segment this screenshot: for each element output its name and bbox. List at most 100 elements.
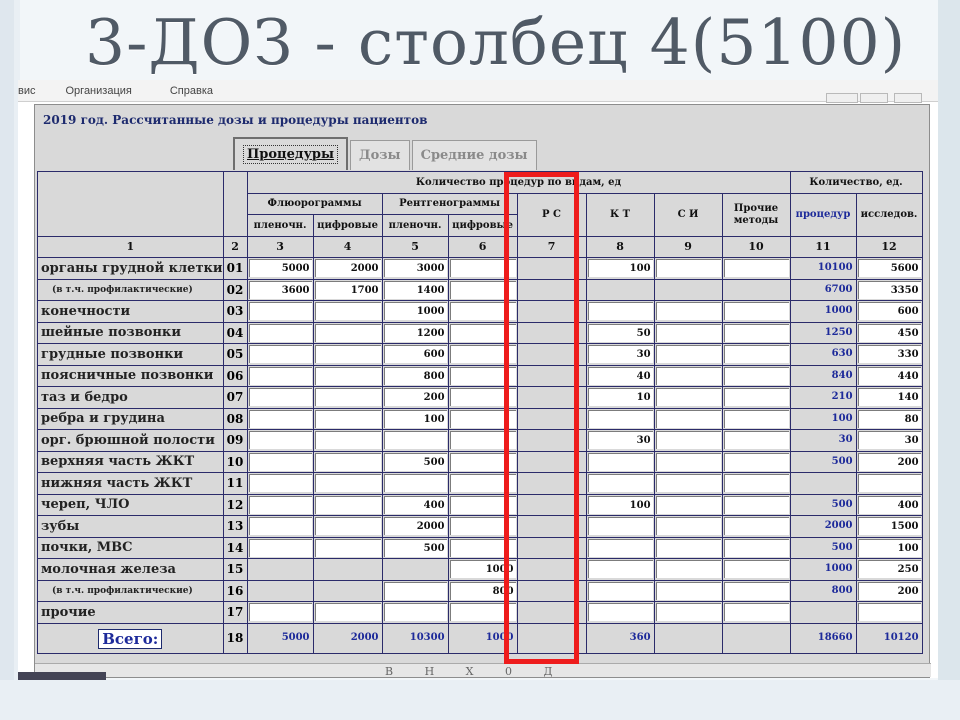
value-input[interactable]	[587, 581, 653, 600]
value-input[interactable]	[314, 345, 381, 364]
value-input[interactable]: 1200	[383, 323, 447, 342]
value-input[interactable]	[655, 581, 721, 600]
value-input[interactable]	[314, 495, 381, 514]
value-input[interactable]	[248, 345, 312, 364]
value-input[interactable]	[723, 495, 789, 514]
value-input[interactable]: 140	[857, 388, 921, 407]
value-input[interactable]: 440	[857, 366, 921, 385]
value-input[interactable]	[655, 302, 721, 321]
value-input[interactable]	[587, 302, 653, 321]
value-input[interactable]	[723, 323, 789, 342]
value-input[interactable]: 250	[857, 560, 921, 579]
value-input[interactable]: 500	[383, 452, 447, 471]
value-input[interactable]	[587, 474, 653, 493]
value-input[interactable]	[723, 431, 789, 450]
value-input[interactable]: 100	[383, 409, 447, 428]
value-input[interactable]	[655, 560, 721, 579]
value-input[interactable]: 400	[857, 495, 921, 514]
value-input[interactable]	[314, 409, 381, 428]
value-input[interactable]	[655, 495, 721, 514]
value-input[interactable]: 3000	[383, 259, 447, 278]
value-input[interactable]	[723, 345, 789, 364]
value-input[interactable]	[655, 323, 721, 342]
value-input[interactable]	[248, 366, 312, 385]
value-input[interactable]	[248, 517, 312, 536]
value-input[interactable]	[248, 409, 312, 428]
value-input[interactable]	[723, 603, 789, 622]
value-input[interactable]	[383, 431, 447, 450]
tab-average-doses[interactable]: Средние дозы	[411, 140, 537, 170]
value-input[interactable]: 3350	[857, 280, 921, 299]
tab-doses[interactable]: Дозы	[350, 140, 410, 170]
value-input[interactable]: 330	[857, 345, 921, 364]
value-input[interactable]: 40	[587, 366, 653, 385]
value-input[interactable]	[655, 517, 721, 536]
value-input[interactable]: 5000	[248, 259, 312, 278]
value-input[interactable]	[655, 345, 721, 364]
value-input[interactable]	[655, 452, 721, 471]
value-input[interactable]: 2000	[383, 517, 447, 536]
value-input[interactable]	[314, 388, 381, 407]
value-input[interactable]: 10	[587, 388, 653, 407]
value-input[interactable]: 200	[857, 452, 921, 471]
value-input[interactable]: 200	[383, 388, 447, 407]
value-input[interactable]: 30	[587, 345, 653, 364]
value-input[interactable]	[655, 474, 721, 493]
value-input[interactable]: 1700	[314, 280, 381, 299]
value-input[interactable]	[248, 474, 312, 493]
value-input[interactable]	[723, 560, 789, 579]
value-input[interactable]: 2000	[314, 259, 381, 278]
close-button[interactable]	[894, 93, 922, 103]
value-input[interactable]	[314, 538, 381, 557]
value-input[interactable]	[587, 517, 653, 536]
value-input[interactable]	[248, 538, 312, 557]
value-input[interactable]: 1000	[383, 302, 447, 321]
value-input[interactable]: 100	[587, 495, 653, 514]
value-input[interactable]	[655, 431, 721, 450]
value-input[interactable]	[383, 474, 447, 493]
value-input[interactable]	[383, 603, 447, 622]
value-input[interactable]	[723, 259, 789, 278]
value-input[interactable]	[587, 603, 653, 622]
value-input[interactable]: 500	[383, 538, 447, 557]
value-input[interactable]	[587, 452, 653, 471]
menu-item-organization[interactable]: Организация	[66, 85, 132, 97]
value-input[interactable]	[314, 474, 381, 493]
value-input[interactable]: 600	[857, 302, 921, 321]
value-input[interactable]	[655, 366, 721, 385]
value-input[interactable]	[314, 323, 381, 342]
value-input[interactable]	[248, 323, 312, 342]
tab-procedures[interactable]: Процедуры	[233, 137, 349, 170]
value-input[interactable]	[248, 388, 312, 407]
value-input[interactable]	[723, 452, 789, 471]
value-input[interactable]	[723, 581, 789, 600]
maximize-button[interactable]	[860, 93, 888, 103]
value-input[interactable]	[248, 495, 312, 514]
value-input[interactable]	[655, 409, 721, 428]
total-button[interactable]: Всего:	[98, 629, 163, 649]
value-input[interactable]	[314, 452, 381, 471]
menu-item-service[interactable]: вис	[18, 85, 36, 97]
value-input[interactable]	[723, 538, 789, 557]
value-input[interactable]	[857, 474, 921, 493]
value-input[interactable]	[655, 259, 721, 278]
restore-button[interactable]	[826, 93, 858, 103]
value-input[interactable]	[314, 603, 381, 622]
value-input[interactable]	[857, 603, 921, 622]
value-input[interactable]	[314, 366, 381, 385]
value-input[interactable]: 30	[587, 431, 653, 450]
value-input[interactable]	[723, 366, 789, 385]
value-input[interactable]: 5600	[857, 259, 921, 278]
value-input[interactable]: 450	[857, 323, 921, 342]
value-input[interactable]: 80	[857, 409, 921, 428]
value-input[interactable]	[723, 388, 789, 407]
value-input[interactable]	[587, 409, 653, 428]
value-input[interactable]	[587, 538, 653, 557]
value-input[interactable]	[655, 538, 721, 557]
value-input[interactable]: 600	[383, 345, 447, 364]
value-input[interactable]	[723, 517, 789, 536]
value-input[interactable]	[314, 431, 381, 450]
value-input[interactable]	[383, 581, 447, 600]
value-input[interactable]: 1500	[857, 517, 921, 536]
value-input[interactable]: 200	[857, 581, 921, 600]
